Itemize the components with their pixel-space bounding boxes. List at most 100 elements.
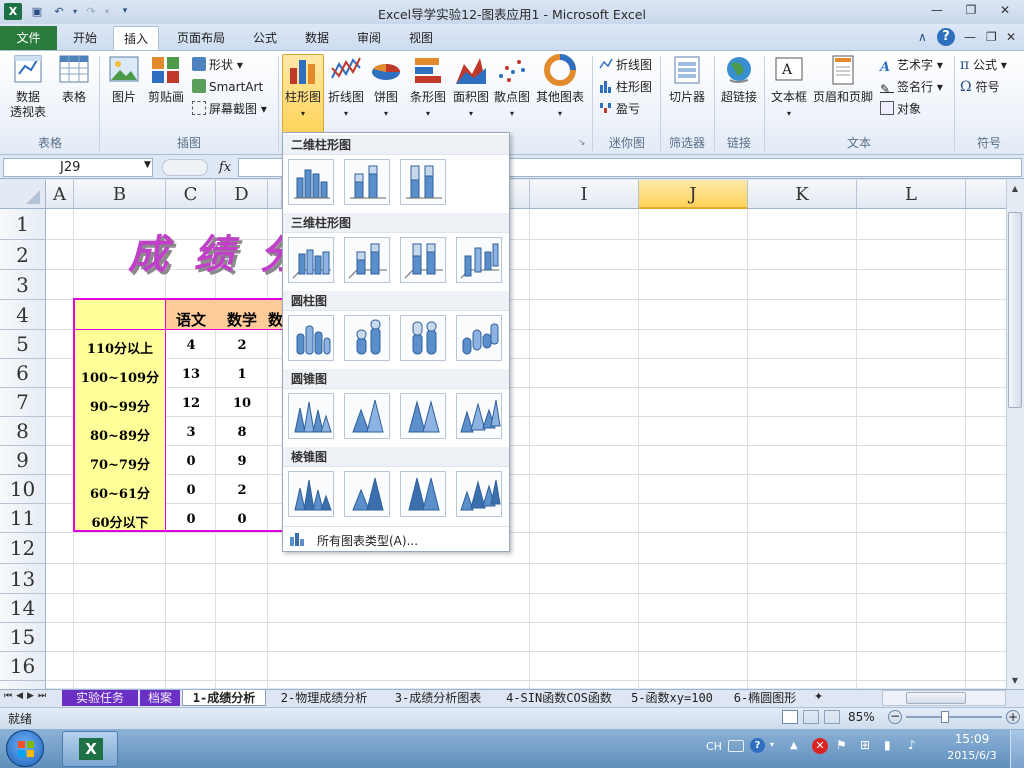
start-button-icon[interactable]	[6, 730, 44, 767]
sheet-tab[interactable]: 4-SIN函数COS函数	[496, 690, 622, 706]
pie-chart-button[interactable]: 饼图 ▾	[368, 54, 404, 132]
row-header-4[interactable]: 4	[0, 300, 46, 330]
column-header-m[interactable]	[966, 180, 1006, 209]
tab-data[interactable]: 数据	[294, 26, 340, 50]
hyperlink-button[interactable]: 超链接	[718, 54, 760, 132]
clock-time[interactable]: 15:09	[940, 732, 1004, 746]
action-center-icon[interactable]: ⚑	[836, 738, 852, 754]
column-chart-button[interactable]: 柱形图 ▾	[282, 54, 324, 132]
column-header-l[interactable]: L	[857, 180, 966, 209]
clustered-pyramid-icon[interactable]	[288, 471, 334, 517]
object-button[interactable]: 对象	[880, 99, 921, 119]
doc-minimize-icon[interactable]: —	[964, 30, 976, 44]
clustered-cone-icon[interactable]	[288, 393, 334, 439]
column-header-i[interactable]: I	[530, 180, 639, 209]
show-desktop-button[interactable]	[1010, 730, 1024, 768]
sheet-tab[interactable]: 档案	[140, 690, 180, 706]
row-header-10[interactable]: 10	[0, 475, 46, 504]
shapes-button[interactable]: 形状 ▾	[192, 55, 243, 75]
row-header-3[interactable]: 3	[0, 270, 46, 300]
cell-math[interactable]: 1	[216, 367, 268, 382]
cell-chinese[interactable]: 0	[166, 454, 216, 469]
row-header-12[interactable]: 12	[0, 533, 46, 564]
row-label[interactable]: 70~79分	[74, 454, 166, 473]
charts-dialog-launcher-icon[interactable]: ↘	[578, 138, 586, 148]
row-header-7[interactable]: 7	[0, 388, 46, 417]
header-math[interactable]: 数学	[216, 309, 268, 330]
select-all-corner[interactable]	[0, 180, 46, 209]
normal-view-icon[interactable]	[782, 710, 798, 724]
volume-icon[interactable]: ♪	[908, 738, 924, 754]
row-header-1[interactable]: 1	[0, 209, 46, 240]
row-header-5[interactable]: 5	[0, 330, 46, 359]
clustered-cylinder-icon[interactable]	[288, 315, 334, 361]
other-charts-button[interactable]: 其他图表 ▾	[534, 54, 586, 132]
symbol-button[interactable]: Ω 符号	[960, 77, 999, 97]
bar-chart-button[interactable]: 条形图 ▾	[406, 54, 450, 132]
page-layout-view-icon[interactable]	[803, 710, 819, 724]
table-button[interactable]: 表格	[54, 54, 94, 132]
3d-cylinder-icon[interactable]	[456, 315, 502, 361]
scatter-chart-button[interactable]: 散点图 ▾	[492, 54, 532, 132]
column-header-j[interactable]: J	[639, 180, 748, 209]
windows-flag-icon[interactable]: ⊞	[860, 738, 876, 754]
tab-home[interactable]: 开始	[62, 26, 108, 50]
column-header-d[interactable]: D	[216, 180, 268, 209]
picture-button[interactable]: 图片	[104, 54, 144, 132]
clustered-column-icon[interactable]	[288, 159, 334, 205]
row-label[interactable]: 110分以上	[74, 338, 166, 357]
row-header-6[interactable]: 6	[0, 359, 46, 388]
tab-review[interactable]: 审阅	[346, 26, 392, 50]
cell-chinese[interactable]: 0	[166, 483, 216, 498]
zoom-out-icon[interactable]: −	[888, 710, 902, 724]
column-header-e[interactable]	[268, 180, 282, 209]
3d-clustered-column-icon[interactable]	[288, 237, 334, 283]
stacked-pyramid-icon[interactable]	[344, 471, 390, 517]
cell-chinese[interactable]: 3	[166, 425, 216, 440]
row-label[interactable]: 90~99分	[74, 396, 166, 415]
row-label[interactable]: 80~89分	[74, 425, 166, 444]
column-header-a[interactable]: A	[46, 180, 74, 209]
horizontal-scroll-thumb[interactable]	[906, 692, 966, 704]
column-header-h[interactable]	[510, 180, 530, 209]
row-header-17[interactable]	[0, 681, 46, 689]
screenshot-button[interactable]: 屏幕截图 ▾	[192, 99, 267, 119]
cell-chinese[interactable]: 4	[166, 338, 216, 353]
3d-cone-icon[interactable]	[456, 393, 502, 439]
row-label[interactable]: 60~61分	[74, 483, 166, 502]
row-header-16[interactable]: 16	[0, 652, 46, 681]
cell-math[interactable]: 2	[216, 483, 268, 498]
tab-insert[interactable]: 插入	[113, 26, 159, 50]
keyboard-icon[interactable]	[728, 740, 744, 752]
sheet-tab-active[interactable]: 1-成绩分析	[182, 690, 266, 706]
help-icon[interactable]: ?	[937, 28, 955, 46]
minimize-icon[interactable]: —	[920, 1, 954, 20]
row-header-13[interactable]: 13	[0, 564, 46, 594]
percent-stacked-cone-icon[interactable]	[400, 393, 446, 439]
line-chart-button[interactable]: 折线图 ▾	[326, 54, 366, 132]
name-box[interactable]: J29	[3, 158, 153, 177]
row-header-14[interactable]: 14	[0, 594, 46, 623]
insert-sheet-icon[interactable]: ✦	[814, 690, 823, 703]
security-alert-icon[interactable]: ✕	[812, 738, 828, 754]
cell-math[interactable]: 8	[216, 425, 268, 440]
3d-percent-stacked-column-icon[interactable]	[400, 237, 446, 283]
help-tray-icon[interactable]: ?	[750, 738, 765, 753]
signature-button[interactable]: ✎ 签名行 ▾	[880, 77, 943, 97]
formula-bar-divider[interactable]	[162, 159, 208, 176]
area-chart-button[interactable]: 面积图 ▾	[450, 54, 492, 132]
tray-dropdown-icon[interactable]: ▾	[770, 740, 774, 749]
page-break-view-icon[interactable]	[824, 710, 840, 724]
percent-stacked-column-icon[interactable]	[400, 159, 446, 205]
3d-column-icon[interactable]	[456, 237, 502, 283]
header-footer-button[interactable]: 页眉和页脚	[812, 54, 874, 132]
scroll-down-icon[interactable]: ▼	[1008, 674, 1022, 688]
all-chart-types-item[interactable]: 所有图表类型(A)...	[283, 526, 509, 551]
stacked-cone-icon[interactable]	[344, 393, 390, 439]
sparkline-column-button[interactable]: 柱形图	[599, 77, 652, 97]
close-icon[interactable]: ✕	[988, 1, 1022, 20]
sparkline-winloss-button[interactable]: 盈亏	[599, 99, 640, 119]
cell-math[interactable]: 2	[216, 338, 268, 353]
textbox-button[interactable]: A 文本框 ▾	[768, 54, 810, 132]
scroll-up-icon[interactable]: ▲	[1008, 182, 1022, 196]
